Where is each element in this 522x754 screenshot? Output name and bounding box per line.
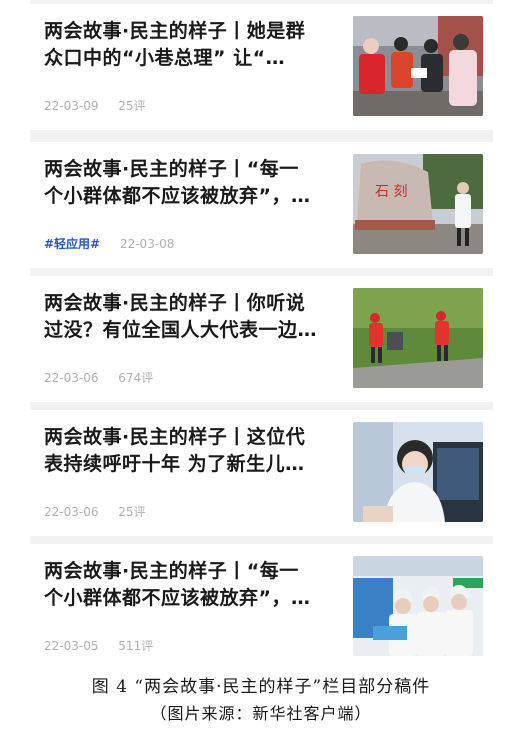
article-date: 22-03-06 bbox=[44, 505, 99, 519]
figure-source: （图片来源：新华社客户端） bbox=[150, 704, 372, 723]
photo-doctor-computer-icon bbox=[353, 422, 483, 522]
article-thumbnail[interactable] bbox=[353, 288, 483, 388]
photo-community-workers-icon bbox=[353, 16, 483, 116]
comment-count: 511评 bbox=[118, 639, 154, 653]
article-title-line: 两会故事·民主的样子丨她是群 bbox=[44, 20, 306, 42]
article-title-line: 两会故事·民主的样子丨“每一 bbox=[44, 560, 299, 582]
article-title[interactable]: 两会故事·民主的样子丨她是群 众口中的“小巷总理” 让“… bbox=[44, 18, 346, 72]
article-meta: 22-03-09 25评 bbox=[44, 97, 162, 114]
article-thumbnail[interactable] bbox=[353, 16, 483, 116]
article-thumbnail[interactable] bbox=[353, 422, 483, 522]
comment-count: 25评 bbox=[118, 505, 146, 519]
article-meta: 22-03-06 25评 bbox=[44, 503, 162, 520]
news-feed: 两会故事·民主的样子丨她是群 众口中的“小巷总理” 让“… 22-03-09 2… bbox=[30, 0, 493, 670]
topic-tag[interactable]: #轻应用# bbox=[44, 237, 100, 251]
article-meta: 22-03-06 674评 bbox=[44, 369, 169, 386]
comment-count: 25评 bbox=[118, 99, 146, 113]
article-title[interactable]: 两会故事·民主的样子丨“每一 个小群体都不应该被放弃”，… bbox=[44, 558, 346, 612]
article-date: 22-03-08 bbox=[119, 237, 175, 251]
article-title[interactable]: 两会故事·民主的样子丨“每一 个小群体都不应该被放弃”，… bbox=[44, 156, 346, 210]
article-card[interactable]: 两会故事·民主的样子丨这位代 表持续呼吁十年 为了新生儿… 22-03-06 2… bbox=[30, 410, 493, 536]
article-title-line: 过没？有位全国人大代表一边… bbox=[44, 319, 318, 341]
article-title[interactable]: 两会故事·民主的样子丨你听说 过没？有位全国人大代表一边… bbox=[44, 290, 346, 344]
article-card[interactable]: 两会故事·民主的样子丨她是群 众口中的“小巷总理” 让“… 22-03-09 2… bbox=[30, 4, 493, 130]
article-date: 22-03-09 bbox=[44, 99, 99, 113]
photo-stone-monument-icon: 石 刻 bbox=[353, 154, 483, 254]
article-title-line: 个小群体都不应该被放弃”，… bbox=[44, 587, 311, 609]
article-title-line: 两会故事·民主的样子丨你听说 bbox=[44, 292, 306, 314]
comment-count: 674评 bbox=[118, 371, 154, 385]
article-date: 22-03-06 bbox=[44, 371, 99, 385]
article-card[interactable]: 两会故事·民主的样子丨“每一 个小群体都不应该被放弃”，… 22-03-05 5… bbox=[30, 544, 493, 670]
article-thumbnail[interactable] bbox=[353, 556, 483, 656]
article-title-line: 个小群体都不应该被放弃”，… bbox=[44, 185, 311, 207]
article-title-line: 众口中的“小巷总理” 让“… bbox=[44, 47, 286, 69]
article-title[interactable]: 两会故事·民主的样子丨这位代 表持续呼吁十年 为了新生儿… bbox=[44, 424, 346, 478]
article-card[interactable]: 两会故事·民主的样子丨你听说 过没？有位全国人大代表一边… 22-03-06 6… bbox=[30, 276, 493, 402]
article-title-line: 两会故事·民主的样子丨“每一 bbox=[44, 158, 299, 180]
article-meta: 22-03-05 511评 bbox=[44, 637, 169, 654]
photo-sanitation-workers-icon bbox=[353, 288, 483, 388]
article-title-line: 表持续呼吁十年 为了新生儿… bbox=[44, 453, 305, 475]
photo-medical-staff-icon bbox=[353, 556, 483, 656]
article-thumbnail[interactable]: 石 刻 bbox=[353, 154, 483, 254]
article-meta: #轻应用# 22-03-08 bbox=[44, 235, 190, 252]
article-date: 22-03-05 bbox=[44, 639, 99, 653]
article-title-line: 两会故事·民主的样子丨这位代 bbox=[44, 426, 306, 448]
article-card[interactable]: 两会故事·民主的样子丨“每一 个小群体都不应该被放弃”，… #轻应用# 22-0… bbox=[30, 142, 493, 268]
figure-caption: 图 4 “两会故事·民主的样子”栏目部分稿件 bbox=[91, 677, 431, 697]
svg-text:石 刻: 石 刻 bbox=[375, 184, 407, 200]
